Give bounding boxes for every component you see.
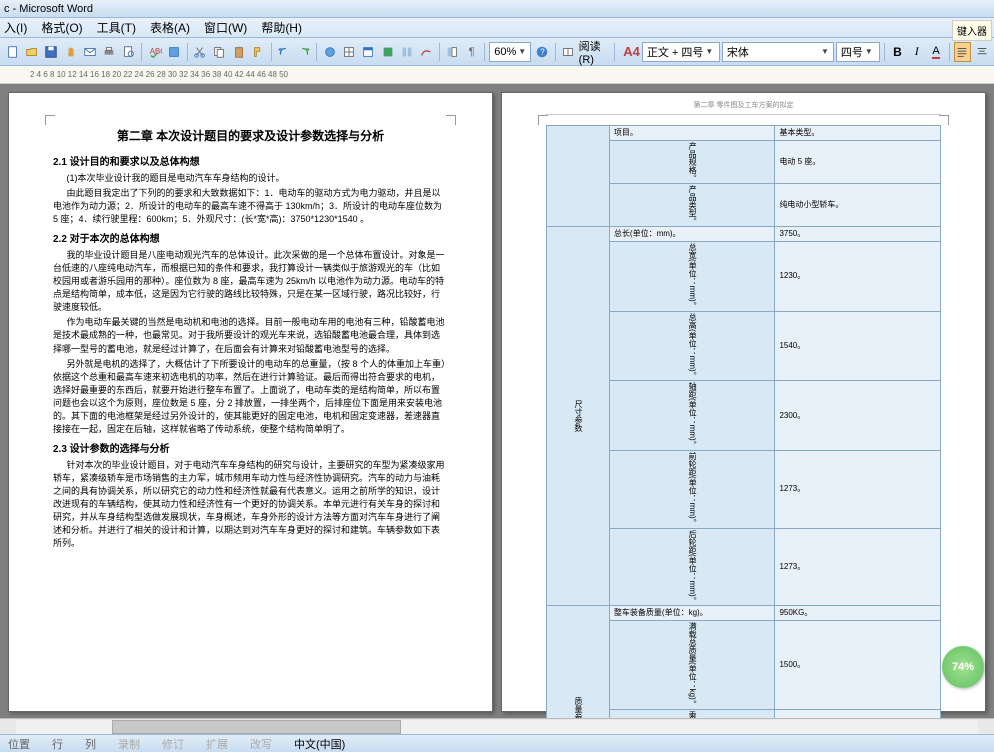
zoom-combo[interactable]: 60%▼ [489, 42, 531, 62]
page-header: 第二章 零件图及工车方案的拟定 [546, 101, 941, 115]
section-2-2: 2.2 对于本次的总体构想 [53, 232, 448, 247]
style-combo[interactable]: 正文 + 四号▼ [642, 42, 720, 62]
research-icon[interactable] [165, 42, 182, 62]
spellcheck-icon[interactable]: ABC [146, 42, 163, 62]
scroll-thumb[interactable] [112, 720, 401, 734]
mail-icon[interactable] [81, 42, 98, 62]
read-mode-icon[interactable] [559, 42, 576, 62]
spec-table: 项目。基本类型。产品规格。电动 5 座。产品类型。纯电动小型轿车。尺寸参数总长(… [546, 125, 941, 718]
drawing-icon[interactable] [418, 42, 435, 62]
status-position: 位置 [8, 736, 30, 752]
docmap-icon[interactable] [444, 42, 461, 62]
menu-tools[interactable]: 工具(T) [97, 19, 136, 36]
italic-icon[interactable]: I [908, 42, 925, 62]
style-indicator-icon: A4 [623, 44, 640, 59]
bold-icon[interactable]: B [889, 42, 906, 62]
open-icon[interactable] [23, 42, 40, 62]
body-text: 另外就是电机的选择了，大概估计了下所要设计的电动车的总重量，（按 8 个人的体重… [53, 358, 448, 436]
status-col: 列 [85, 736, 96, 752]
chapter-title: 第二章 本次设计题目的要求及设计参数选择与分析 [53, 127, 448, 145]
redo-icon[interactable] [295, 42, 312, 62]
body-text: 由此题目我定出了下列的的要求和大致数据如下：1．电动车的驱动方式为电力驱动，并且… [53, 187, 448, 226]
read-button[interactable]: 阅读(R) [579, 38, 611, 66]
paste-icon[interactable] [230, 42, 247, 62]
tables-borders-icon[interactable] [340, 42, 357, 62]
menu-bar: 入(I) 格式(O) 工具(T) 表格(A) 窗口(W) 帮助(H) [0, 18, 994, 38]
font-color-icon[interactable]: A [927, 42, 944, 62]
menu-table[interactable]: 表格(A) [150, 19, 190, 36]
menu-help[interactable]: 帮助(H) [261, 19, 302, 36]
section-2-3: 2.3 设计参数的选择与分析 [53, 442, 448, 457]
horizontal-ruler[interactable]: 2 4 6 8 10 12 14 16 18 20 22 24 26 28 30… [0, 66, 994, 84]
excel-icon[interactable] [379, 42, 396, 62]
status-line: 行 [52, 736, 63, 752]
link-icon[interactable] [321, 42, 338, 62]
progress-badge[interactable]: 74% [942, 646, 984, 688]
show-marks-icon[interactable]: ¶ [463, 42, 480, 62]
insert-table-icon[interactable] [360, 42, 377, 62]
body-text: (1)本次毕业设计我的题目是电动汽车车身结构的设计。 [53, 172, 448, 185]
align-distribute-icon[interactable] [954, 42, 971, 62]
menu-window[interactable]: 窗口(W) [204, 19, 247, 36]
cut-icon[interactable] [192, 42, 209, 62]
menu-insert[interactable]: 入(I) [4, 19, 27, 36]
help-icon[interactable]: ? [533, 42, 550, 62]
status-lang[interactable]: 中文(中国) [294, 736, 345, 752]
menu-format[interactable]: 格式(O) [41, 19, 82, 36]
section-2-1: 2.1 设计目的和要求以及总体构想 [53, 155, 448, 170]
save-icon[interactable] [43, 42, 60, 62]
print-icon[interactable] [101, 42, 118, 62]
horizontal-scrollbar[interactable] [0, 718, 994, 734]
document-workspace[interactable]: 第二章 本次设计题目的要求及设计参数选择与分析 2.1 设计目的和要求以及总体构… [0, 84, 994, 718]
format-painter-icon[interactable] [249, 42, 266, 62]
svg-text:?: ? [540, 47, 545, 56]
status-ovr[interactable]: 改写 [250, 736, 272, 752]
new-doc-icon[interactable] [4, 42, 21, 62]
page-2: 第二章 零件图及工车方案的拟定 项目。基本类型。产品规格。电动 5 座。产品类型… [501, 92, 986, 712]
status-ext[interactable]: 扩展 [206, 736, 228, 752]
body-text: 针对本次的毕业设计题目，对于电动汽车车身结构的研究与设计，主要研究的车型为紧凑级… [53, 459, 448, 550]
page-1: 第二章 本次设计题目的要求及设计参数选择与分析 2.1 设计目的和要求以及总体构… [8, 92, 493, 712]
standard-toolbar: ABC ¶ 60%▼ ? 阅读(R) A4 正文 + 四号▼ 宋体▼ 四号▼ B… [0, 38, 994, 66]
align-more-icon[interactable] [973, 42, 990, 62]
columns-icon[interactable] [398, 42, 415, 62]
permission-icon[interactable] [62, 42, 79, 62]
font-combo[interactable]: 宋体▼ [722, 42, 834, 62]
key-hint: 键入器 [952, 20, 992, 41]
body-text: 我的毕业设计题目是八座电动观光汽车的总体设计。此次采做的是一个总体布置设计。对象… [53, 249, 448, 314]
app-title: c - Microsoft Word [4, 3, 93, 15]
copy-icon[interactable] [211, 42, 228, 62]
status-bar: 位置 行 列 录制 修订 扩展 改写 中文(中国) [0, 734, 994, 752]
status-rev[interactable]: 修订 [162, 736, 184, 752]
size-combo[interactable]: 四号▼ [836, 42, 880, 62]
undo-icon[interactable] [276, 42, 293, 62]
status-rec[interactable]: 录制 [118, 736, 140, 752]
body-text: 作为电动车最关键的当然是电动机和电池的选择。目前一般电动车用的电池有三种，铅酸蓄… [53, 316, 448, 355]
preview-icon[interactable] [120, 42, 137, 62]
